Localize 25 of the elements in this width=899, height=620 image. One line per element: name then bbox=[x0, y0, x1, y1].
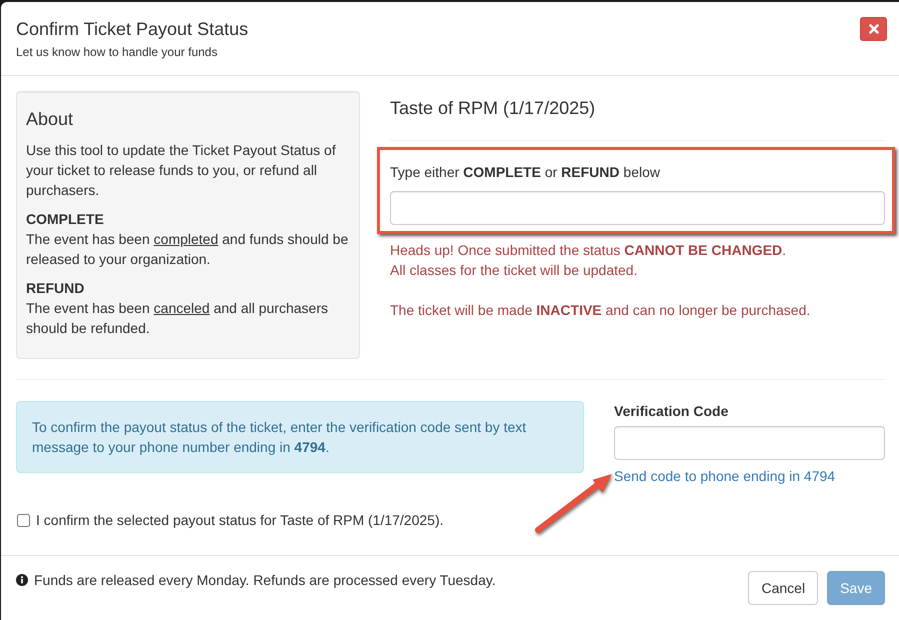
confirm-checkbox[interactable] bbox=[17, 514, 30, 526]
cancel-button[interactable]: Cancel bbox=[748, 571, 818, 605]
warning-text: Heads up! Once submitted the status CANNOT BE CHANGED. bbox=[390, 241, 788, 260]
close-button[interactable] bbox=[860, 17, 887, 41]
status-input[interactable] bbox=[390, 191, 885, 225]
info-alert: To confirm the payout status of the ticket, enter the verification code sent by text message to your phone number ending in 4794. bbox=[16, 401, 584, 473]
status-description: The event has been canceled and all purchasers should be refunded. bbox=[26, 299, 329, 338]
warning-text: The ticket will be made INACTIVE and can no longer be purchased. bbox=[390, 301, 812, 320]
status-description: The event has been completed and funds should be released to your organization. bbox=[26, 230, 350, 269]
verification-label: Verification Code bbox=[614, 402, 730, 421]
about-text: Use this tool to update the Ticket Payout Status of your ticket to release funds to you, or refund all purchasers. bbox=[26, 141, 337, 200]
status-term: COMPLETE bbox=[26, 210, 105, 229]
confirm-label: I confirm the selected payout status for Taste of RPM (1/17/2025). bbox=[36, 511, 444, 530]
status-term: REFUND bbox=[26, 279, 86, 298]
verification-input[interactable] bbox=[614, 426, 885, 460]
warning-text: All classes for the ticket will be updated. bbox=[390, 261, 638, 280]
about-heading: About bbox=[26, 109, 74, 129]
close-icon bbox=[868, 24, 878, 34]
dialog-subtitle: Let us know how to handle your funds bbox=[16, 44, 218, 61]
event-title: Taste of RPM (1/17/2025) bbox=[390, 98, 596, 118]
dialog-title: Confirm Ticket Payout Status bbox=[16, 18, 248, 40]
info-icon bbox=[16, 574, 28, 586]
entry-label: Type either COMPLETE or REFUND below bbox=[390, 163, 661, 182]
footer-note: Funds are released every Monday. Refunds are processed every Tuesday. bbox=[34, 571, 496, 590]
send-code-link[interactable]: Send code to phone ending in 4794 bbox=[614, 468, 836, 484]
